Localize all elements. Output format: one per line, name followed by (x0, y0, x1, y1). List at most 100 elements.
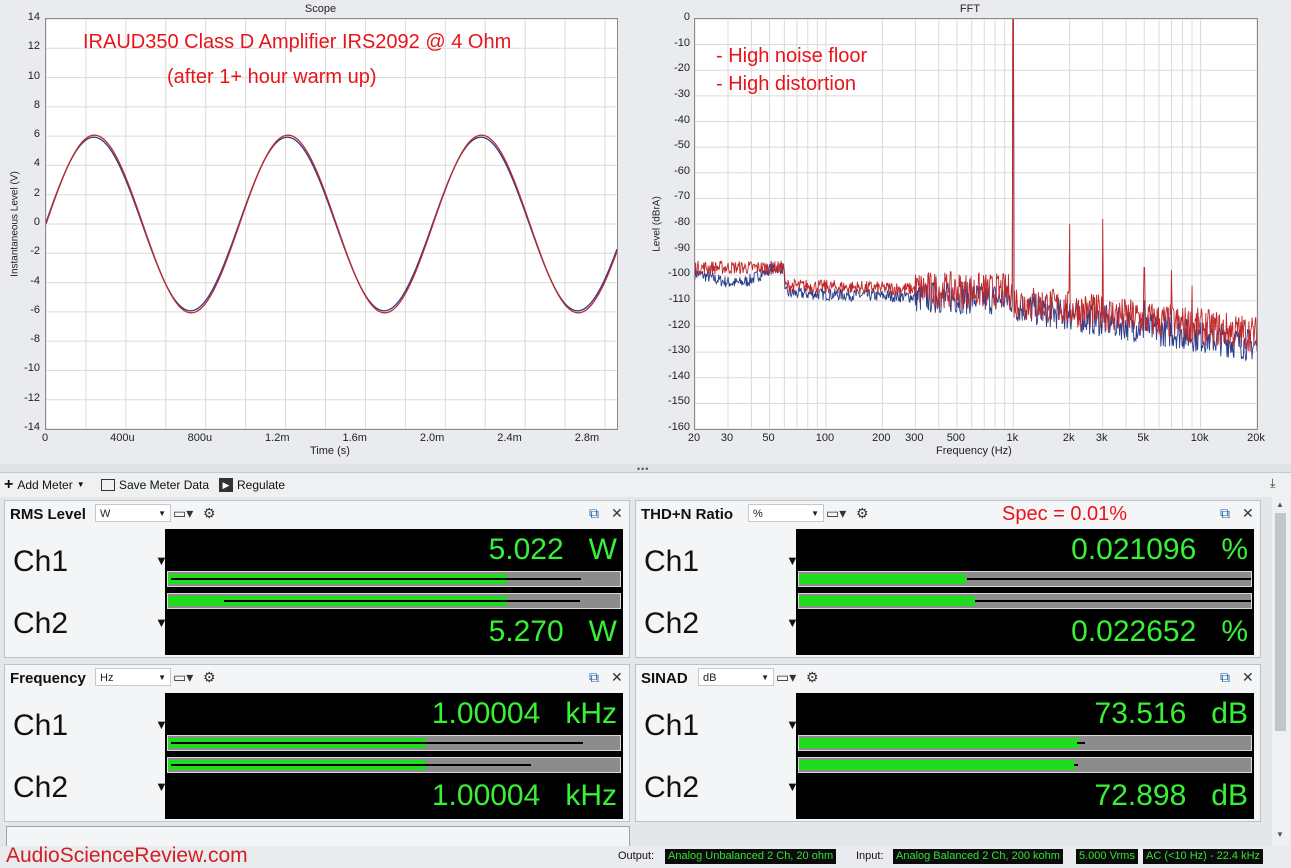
scope-xtick: 2.8m (574, 432, 600, 444)
scope-ytick: 2 (33, 186, 40, 199)
output-value[interactable]: Analog Unbalanced 2 Ch, 20 ohm (665, 849, 837, 864)
fft-ytick: -20 (674, 62, 690, 75)
ch1-value: 73.516 dB (1094, 697, 1248, 730)
unit-dropdown[interactable]: Hz ▼ (95, 668, 171, 686)
meter-display: 1.00004 kHz 1.00004 kHz (165, 693, 623, 819)
ch2-row: Ch2 ▼ (5, 757, 168, 817)
fft-ytick: -120 (667, 318, 690, 331)
scope-xtick: 800u (187, 432, 213, 444)
regulate-button[interactable]: ▶ Regulate (219, 476, 285, 494)
chart-options-icon[interactable]: ▭▾ (826, 506, 846, 520)
scope-xtick: 2.4m (497, 432, 522, 444)
coupling-value[interactable]: AC (<10 Hz) - 22.4 kHz (1143, 849, 1264, 864)
save-icon (101, 479, 115, 491)
gear-icon[interactable]: ⚙ (856, 506, 869, 520)
close-icon[interactable]: ✕ (611, 506, 623, 520)
gear-icon[interactable]: ⚙ (203, 506, 216, 520)
unit-value: % (753, 508, 763, 520)
ch1-label: Ch1 (13, 545, 69, 578)
fft-ytick: -130 (667, 344, 690, 357)
popout-icon[interactable]: ⧉ (589, 506, 599, 520)
bar-peak (224, 600, 580, 602)
spec-note: Spec = 0.01% (1002, 503, 1128, 525)
meter-display: 0.021096 % 0.022652 % (796, 529, 1254, 655)
level-value[interactable]: 5.000 Vrms (1076, 849, 1138, 864)
scope-ytick: 6 (33, 128, 40, 141)
fft-xtick: 10k (1190, 432, 1209, 444)
unit-value: dB (703, 672, 717, 684)
ch2-row: Ch2 ▼ (5, 593, 168, 653)
ch1-label: Ch1 (644, 709, 700, 742)
meter-scrollbar[interactable]: ▲ ▼ (1272, 497, 1289, 846)
bar-peak (171, 578, 581, 580)
fft-xtick: 1k (1006, 432, 1019, 444)
chart-options-icon[interactable]: ▭▾ (173, 506, 193, 520)
scroll-thumb[interactable] (1275, 513, 1286, 731)
gear-icon[interactable]: ⚙ (203, 670, 216, 684)
scope-ytick: 10 (27, 69, 40, 82)
ch1-bar (798, 571, 1252, 587)
rms-level-meter: RMS Level W ▼ ▭▾ ⚙ ⧉ ✕ Ch1 ▼ Ch2 ▼ 5.022 W … (4, 500, 630, 658)
ch1-row: Ch1 ▼ (636, 695, 799, 755)
meter-title: RMS Level (10, 506, 86, 523)
fft-ytick: -80 (674, 216, 690, 228)
chart-options-icon[interactable]: ▭▾ (776, 670, 796, 684)
fft-ytick: -10 (674, 36, 690, 49)
panel-splitter[interactable]: ••• (0, 464, 1291, 474)
close-icon[interactable]: ✕ (611, 670, 623, 684)
close-icon[interactable]: ✕ (1242, 670, 1254, 684)
fft-ytick: -110 (668, 292, 690, 305)
ch1-row: Ch1 ▼ (636, 531, 799, 591)
unit-dropdown[interactable]: % ▼ (748, 504, 824, 522)
ch2-value: 0.022652 % (1071, 615, 1248, 648)
scope-ylabel: Instantaneous Level (V) (9, 171, 21, 277)
scope-ytick: 8 (33, 98, 40, 111)
frequency-meter: Frequency Hz ▼ ▭▾ ⚙ ⧉ ✕ Ch1 ▼ Ch2 ▼ 1.00004… (4, 664, 630, 822)
ch2-label: Ch2 (13, 771, 69, 804)
ch1-value: 0.021096 % (1071, 533, 1248, 566)
add-meter-button[interactable]: + Add Meter ▼ (4, 476, 85, 494)
fft-annotation-1: - High noise floor (716, 45, 868, 67)
ch2-bar (798, 757, 1252, 773)
chevron-down-icon: ▼ (761, 673, 769, 682)
fft-ytick: -50 (674, 139, 690, 152)
collapse-icon[interactable]: ⤓ (1270, 476, 1275, 491)
bar-peak (967, 578, 1251, 580)
bar-fill (799, 574, 967, 584)
scope-panel: Scope IRAUD350 Class D Amplifier IRS2092… (0, 0, 641, 464)
input-value[interactable]: Analog Balanced 2 Ch, 200 kohm (893, 849, 1063, 864)
play-icon: ▶ (219, 478, 233, 492)
scope-ytick: -4 (30, 274, 40, 287)
meter-header: THD+N Ratio % ▼ ▭▾ ⚙ Spec = 0.01% ⧉ ✕ (636, 501, 1260, 527)
popout-icon[interactable]: ⧉ (1220, 670, 1230, 684)
fft-ytick: -40 (674, 113, 690, 126)
scope-ytick: 4 (33, 157, 40, 170)
fft-annotation-2: - High distortion (716, 73, 857, 95)
save-meter-data-button[interactable]: Save Meter Data (101, 476, 209, 494)
meter-display: 73.516 dB 72.898 dB (796, 693, 1254, 819)
status-bar: AudioScienceReview.com Output: Analog Un… (0, 844, 1291, 868)
unit-dropdown[interactable]: dB ▼ (698, 668, 774, 686)
ch1-bar (167, 735, 621, 751)
unit-dropdown[interactable]: W ▼ (95, 504, 171, 522)
scope-title: Scope (304, 3, 337, 15)
scope-ytick: -2 (30, 245, 40, 258)
input-label: Input: (856, 850, 884, 862)
fft-xlabel: Frequency (Hz) (936, 445, 1012, 457)
chevron-down-icon: ▼ (158, 673, 166, 682)
output-label: Output: (618, 850, 655, 862)
chart-options-icon[interactable]: ▭▾ (173, 670, 193, 684)
popout-icon[interactable]: ⧉ (589, 670, 599, 684)
plus-icon: + (4, 476, 14, 493)
unit-value: W (100, 508, 111, 520)
fft-xtick: 50 (762, 432, 775, 444)
popout-icon[interactable]: ⧉ (1220, 506, 1230, 520)
scroll-up-icon[interactable]: ▲ (1276, 500, 1284, 509)
fft-ytick: -30 (674, 87, 690, 100)
chevron-down-icon: ▼ (811, 509, 819, 518)
close-icon[interactable]: ✕ (1242, 506, 1254, 520)
ch1-bar (167, 571, 621, 587)
gear-icon[interactable]: ⚙ (806, 670, 819, 684)
scroll-down-icon[interactable]: ▼ (1276, 830, 1284, 839)
fft-xtick: 30 (720, 432, 734, 444)
